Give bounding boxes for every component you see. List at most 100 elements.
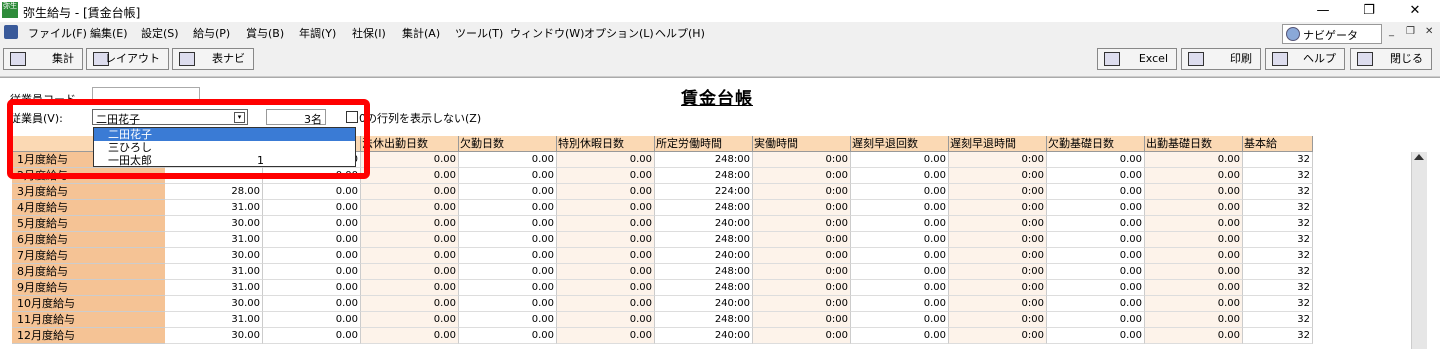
table-cell[interactable]: 0:00 bbox=[949, 184, 1047, 200]
table-cell[interactable]: 0.00 bbox=[361, 200, 459, 216]
table-cell[interactable]: 248:00 bbox=[655, 168, 753, 184]
table-cell[interactable]: 0.00 bbox=[851, 168, 949, 184]
table-cell[interactable]: 0.00 bbox=[557, 152, 655, 168]
table-cell[interactable]: 0.00 bbox=[1145, 264, 1243, 280]
table-cell[interactable]: 0.00 bbox=[1047, 152, 1145, 168]
table-cell[interactable]: 0.00 bbox=[557, 248, 655, 264]
table-cell[interactable]: 0.00 bbox=[361, 312, 459, 328]
table-cell[interactable]: 0.00 bbox=[263, 232, 361, 248]
table-cell[interactable]: 248:00 bbox=[655, 312, 753, 328]
table-cell[interactable]: 0.00 bbox=[851, 152, 949, 168]
table-cell[interactable]: 0.00 bbox=[1047, 328, 1145, 344]
table-cell[interactable]: 0.00 bbox=[557, 232, 655, 248]
table-cell[interactable]: 0:00 bbox=[753, 232, 851, 248]
table-cell[interactable]: 31.00 bbox=[165, 280, 263, 296]
table-cell[interactable]: 0.00 bbox=[557, 328, 655, 344]
table-cell[interactable]: 0:00 bbox=[949, 216, 1047, 232]
table-cell[interactable]: 0.00 bbox=[557, 312, 655, 328]
table-cell[interactable]: 0.00 bbox=[1145, 184, 1243, 200]
table-cell[interactable]: 0:00 bbox=[949, 312, 1047, 328]
table-cell[interactable]: 30.00 bbox=[165, 248, 263, 264]
column-header[interactable]: 特別休暇日数 bbox=[557, 136, 655, 152]
table-cell[interactable]: 32 bbox=[1243, 152, 1313, 168]
table-cell[interactable]: 0.00 bbox=[459, 248, 557, 264]
table-cell[interactable]: 224:00 bbox=[655, 184, 753, 200]
table-cell[interactable]: 0.00 bbox=[557, 264, 655, 280]
table-cell[interactable]: 0.00 bbox=[1145, 280, 1243, 296]
column-header[interactable]: 基本給 bbox=[1243, 136, 1313, 152]
table-cell[interactable]: 0:00 bbox=[949, 280, 1047, 296]
table-cell[interactable]: 0.00 bbox=[459, 232, 557, 248]
table-cell[interactable]: 0.00 bbox=[361, 296, 459, 312]
table-cell[interactable]: 0.00 bbox=[851, 216, 949, 232]
table-cell[interactable]: 0.00 bbox=[851, 280, 949, 296]
table-cell[interactable]: 0:00 bbox=[753, 264, 851, 280]
layout-button[interactable]: レイアウト bbox=[86, 48, 169, 70]
row-label[interactable]: 4月度給与 bbox=[12, 200, 165, 216]
column-header[interactable]: 遅刻早退回数 bbox=[851, 136, 949, 152]
row-label[interactable]: 3月度給与 bbox=[12, 184, 165, 200]
table-cell[interactable]: 0.00 bbox=[557, 184, 655, 200]
table-cell[interactable]: 0.00 bbox=[459, 152, 557, 168]
menu-salary[interactable]: 給与(P) bbox=[193, 25, 230, 41]
column-header[interactable]: 法休出勤日数 bbox=[361, 136, 459, 152]
row-label[interactable]: 6月度給与 bbox=[12, 232, 165, 248]
table-cell[interactable]: 240:00 bbox=[655, 216, 753, 232]
table-cell[interactable]: 0:00 bbox=[949, 296, 1047, 312]
table-cell[interactable]: 0:00 bbox=[753, 152, 851, 168]
table-cell[interactable]: 30.00 bbox=[165, 216, 263, 232]
table-cell[interactable]: 248:00 bbox=[655, 264, 753, 280]
table-cell[interactable]: 0.00 bbox=[459, 296, 557, 312]
table-cell[interactable]: 0:00 bbox=[949, 264, 1047, 280]
table-cell[interactable]: 0.00 bbox=[851, 296, 949, 312]
menu-bonus[interactable]: 賞与(B) bbox=[246, 25, 284, 41]
table-cell[interactable]: 0.00 bbox=[459, 184, 557, 200]
row-label[interactable]: 10月度給与 bbox=[12, 296, 165, 312]
table-cell[interactable]: 0.00 bbox=[263, 328, 361, 344]
scroll-up-icon[interactable] bbox=[1414, 154, 1424, 160]
table-cell[interactable]: 0.00 bbox=[361, 232, 459, 248]
column-header[interactable]: 出勤基礎日数 bbox=[1145, 136, 1243, 152]
table-cell[interactable]: 0.00 bbox=[1047, 184, 1145, 200]
menu-social-insurance[interactable]: 社保(I) bbox=[352, 25, 386, 41]
table-cell[interactable]: 32 bbox=[1243, 296, 1313, 312]
row-label[interactable]: 7月度給与 bbox=[12, 248, 165, 264]
table-cell[interactable]: 0:00 bbox=[753, 248, 851, 264]
table-cell[interactable]: 0.00 bbox=[263, 280, 361, 296]
table-cell[interactable]: 0.00 bbox=[263, 200, 361, 216]
table-cell[interactable]: 32 bbox=[1243, 216, 1313, 232]
table-cell[interactable]: 31.00 bbox=[165, 264, 263, 280]
table-cell[interactable]: 0.00 bbox=[851, 200, 949, 216]
table-cell[interactable]: 0.00 bbox=[263, 216, 361, 232]
table-cell[interactable]: 0.00 bbox=[459, 200, 557, 216]
table-cell[interactable]: 0.00 bbox=[851, 248, 949, 264]
menu-options[interactable]: オプション(L) bbox=[584, 25, 654, 41]
table-cell[interactable]: 0.00 bbox=[851, 232, 949, 248]
table-cell[interactable]: 31.00 bbox=[165, 232, 263, 248]
table-cell[interactable]: 0.00 bbox=[459, 312, 557, 328]
mdi-minimize-button[interactable]: _ bbox=[1389, 26, 1394, 37]
column-header[interactable]: 欠勤基礎日数 bbox=[1047, 136, 1145, 152]
table-cell[interactable]: 0.00 bbox=[1145, 200, 1243, 216]
menu-tools[interactable]: ツール(T) bbox=[455, 25, 503, 41]
column-header[interactable]: 所定労働時間 bbox=[655, 136, 753, 152]
table-cell[interactable]: 0:00 bbox=[753, 200, 851, 216]
table-cell[interactable]: 0:00 bbox=[753, 216, 851, 232]
table-cell[interactable]: 0.00 bbox=[361, 264, 459, 280]
table-cell[interactable]: 0:00 bbox=[949, 152, 1047, 168]
table-cell[interactable]: 248:00 bbox=[655, 232, 753, 248]
table-cell[interactable]: 32 bbox=[1243, 328, 1313, 344]
table-cell[interactable]: 0.00 bbox=[1145, 232, 1243, 248]
menu-window[interactable]: ウィンドウ(W) bbox=[510, 25, 584, 41]
table-cell[interactable]: 0.00 bbox=[1047, 168, 1145, 184]
table-cell[interactable]: 0:00 bbox=[949, 248, 1047, 264]
table-cell[interactable]: 0.00 bbox=[1047, 264, 1145, 280]
table-cell[interactable]: 0.00 bbox=[1145, 216, 1243, 232]
table-cell[interactable]: 31.00 bbox=[165, 312, 263, 328]
table-cell[interactable]: 0.00 bbox=[1145, 248, 1243, 264]
table-cell[interactable]: 0:00 bbox=[753, 280, 851, 296]
close-button[interactable]: ✕ bbox=[1392, 0, 1438, 22]
aggregate-button[interactable]: 集計 bbox=[3, 48, 83, 70]
menu-settings[interactable]: 設定(S) bbox=[141, 25, 179, 41]
table-cell[interactable]: 0:00 bbox=[753, 328, 851, 344]
